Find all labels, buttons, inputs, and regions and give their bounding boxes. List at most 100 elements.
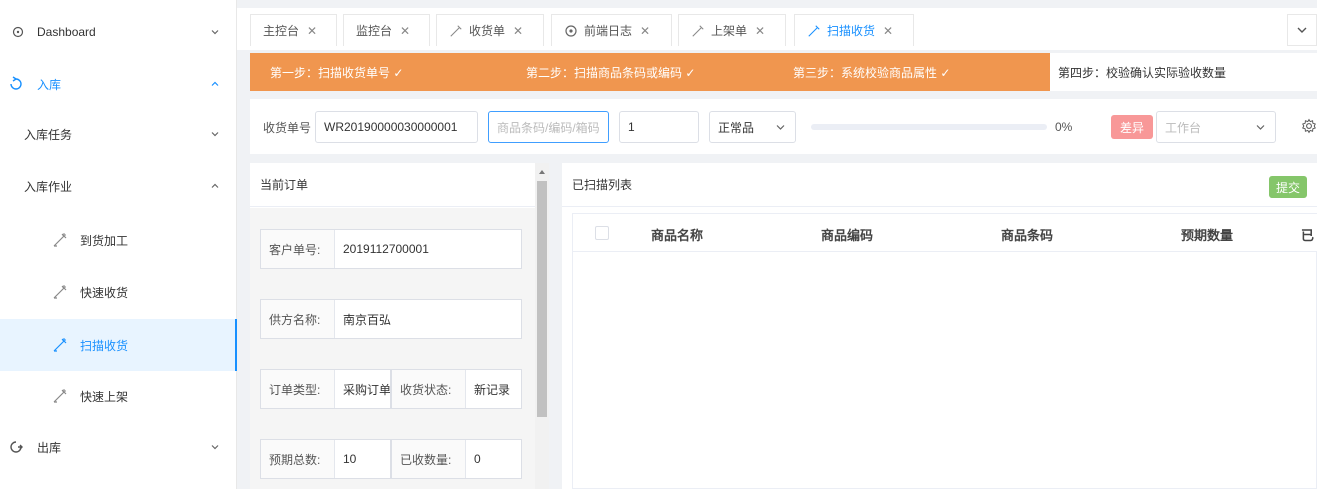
customer-no-value[interactable]: 2019112700001 (335, 230, 429, 268)
current-order-title: 当前订单 (250, 163, 535, 207)
sidebar-item-label: 入库作业 (24, 179, 73, 194)
barcode-placeholder: 商品条码/编码/箱码 (497, 120, 600, 135)
tabs-more-button[interactable] (1287, 14, 1317, 46)
workbench-select[interactable]: 工作台 (1156, 111, 1276, 143)
tab-label: 前端日志 (584, 24, 633, 38)
submit-button[interactable]: 提交 (1269, 176, 1307, 198)
quantity-input[interactable]: 1 (619, 111, 699, 143)
step-1: 第一步：扫描收货单号 ✓ (270, 66, 404, 80)
current-order-panel: 当前订单 客户单号: 2019112700001 供方名称: 南京百弘 订单类型… (250, 163, 549, 489)
tab-frontend-log[interactable]: 前端日志 ✕ (551, 14, 672, 46)
tab-scan-receive[interactable]: 扫描收货 ✕ (794, 14, 914, 46)
scrollbar[interactable] (535, 163, 549, 489)
scanned-list-title: 已扫描列表 (572, 178, 633, 192)
received-qty-field: 已收数量: 0 (391, 439, 522, 479)
sidebar-item-label: 出库 (37, 440, 62, 455)
close-icon[interactable]: ✕ (640, 24, 650, 38)
close-icon[interactable]: ✕ (883, 24, 893, 38)
close-icon[interactable]: ✕ (400, 24, 410, 38)
tab-label: 上架单 (711, 24, 748, 38)
close-icon[interactable]: ✕ (513, 24, 523, 38)
sidebar-item-scan-receive[interactable]: 扫描收货 (0, 319, 237, 371)
step-2: 第二步：扫描商品条码或编码 ✓ (526, 66, 696, 80)
sidebar-item-label: 入库任务 (24, 127, 73, 142)
column-header[interactable]: 商品名称 (651, 225, 703, 244)
expected-total-label: 预期总数: (261, 440, 335, 478)
step-4: 第四步：校验确认实际验收数量 (1050, 53, 1317, 91)
sidebar-item-label: Dashboard (37, 25, 96, 39)
scroll-up-arrow-icon[interactable] (535, 165, 549, 179)
close-icon[interactable]: ✕ (307, 24, 317, 38)
close-icon[interactable]: ✕ (755, 24, 765, 38)
workbench-placeholder: 工作台 (1165, 120, 1202, 135)
diff-button[interactable]: 差异 (1111, 115, 1153, 139)
scan-input-row: 收货单号 WR20190000030000001 商品条码/编码/箱码 1 正常… (250, 99, 1317, 154)
column-header[interactable]: 商品编码 (821, 225, 873, 244)
progress-bar (811, 124, 1047, 130)
tab-main[interactable]: 主控台 ✕ (250, 14, 337, 46)
column-header[interactable]: 预期数量 (1181, 225, 1233, 244)
sidebar-item-dashboard[interactable]: Dashboard (0, 12, 237, 52)
sidebar-item-arrival-process[interactable]: 到货加工 (0, 218, 237, 262)
chevron-down-icon (211, 445, 219, 450)
sidebar-item-quick-shelve[interactable]: 快速上架 (0, 374, 237, 418)
tab-shelve[interactable]: 上架单 ✕ (678, 14, 786, 46)
select-all-checkbox[interactable] (595, 226, 609, 240)
chevron-down-icon (776, 125, 785, 130)
steps-bar: 第一步：扫描收货单号 ✓ 第二步：扫描商品条码或编码 ✓ 第三步：系统校验商品属… (250, 53, 1317, 91)
sidebar-item-inbound-ops[interactable]: 入库作业 (0, 166, 237, 206)
quality-value: 正常品 (718, 120, 755, 135)
sidebar: Dashboard 入库 入库任务 入库作业 到货加工 快速收货 扫描收货 快速… (0, 0, 237, 489)
scanned-list-header: 已扫描列表 提交 (562, 163, 1317, 207)
column-header[interactable]: 商品条码 (1001, 225, 1053, 244)
receipt-no-input[interactable]: WR20190000030000001 (315, 111, 478, 143)
tab-label: 主控台 (263, 24, 300, 38)
steps-completed: 第一步：扫描收货单号 ✓ 第二步：扫描商品条码或编码 ✓ 第三步：系统校验商品属… (250, 53, 1050, 91)
scanned-table: 商品名称 商品编码 商品条码 预期数量 已 (572, 213, 1317, 489)
scan-pen-icon (53, 338, 67, 352)
inbound-icon (10, 76, 22, 90)
order-fields: 客户单号: 2019112700001 供方名称: 南京百弘 订单类型: 采购订… (250, 208, 535, 489)
step-3: 第三步：系统校验商品属性 ✓ (793, 66, 951, 80)
column-header[interactable]: 已 (1301, 225, 1314, 244)
scan-pen-icon (53, 233, 67, 247)
dashboard-icon (12, 26, 24, 38)
order-type-value[interactable]: 采购订单 (335, 370, 390, 408)
receive-status-label: 收货状态: (392, 370, 466, 408)
scrollbar-thumb[interactable] (537, 181, 547, 417)
tabs-bar: 主控台 ✕ 监控台 ✕ 收货单 ✕ 前端日志 ✕ 上架单 ✕ 扫描收货 ✕ (237, 0, 1317, 50)
supplier-value[interactable]: 南京百弘 (335, 300, 391, 338)
chevron-up-icon (211, 81, 219, 86)
quality-select[interactable]: 正常品 (709, 111, 796, 143)
chevron-down-icon (1256, 125, 1265, 130)
sidebar-item-quick-receive[interactable]: 快速收货 (0, 270, 237, 314)
supplier-label: 供方名称: (261, 300, 335, 338)
supplier-field: 供方名称: 南京百弘 (260, 299, 522, 339)
expected-total-value[interactable]: 10 (335, 440, 356, 478)
progress-label: 0% (1055, 120, 1073, 134)
chevron-down-icon (1297, 27, 1307, 33)
tab-receipt[interactable]: 收货单 ✕ (436, 14, 544, 46)
received-qty-label: 已收数量: (392, 440, 466, 478)
received-qty-value[interactable]: 0 (466, 440, 481, 478)
receive-status-field: 收货状态: 新记录 (391, 369, 522, 409)
chevron-down-icon (211, 30, 219, 35)
receive-status-value[interactable]: 新记录 (466, 370, 521, 408)
scan-pen-icon (450, 24, 462, 37)
chevron-up-icon (211, 183, 219, 188)
order-type-label: 订单类型: (261, 370, 335, 408)
sidebar-item-inbound-task[interactable]: 入库任务 (0, 114, 237, 154)
sidebar-item-label: 扫描收货 (80, 338, 129, 353)
sidebar-item-outbound[interactable]: 出库 (0, 427, 237, 467)
expected-total-field: 预期总数: 10 (260, 439, 391, 479)
sidebar-item-inbound[interactable]: 入库 (0, 64, 237, 104)
sidebar-item-label: 快速上架 (80, 389, 129, 404)
scan-pen-icon (692, 24, 704, 37)
scanned-list-panel: 已扫描列表 提交 商品名称 商品编码 商品条码 预期数量 已 (562, 163, 1317, 489)
gear-icon[interactable] (1301, 116, 1317, 136)
sidebar-item-label: 到货加工 (80, 233, 129, 248)
tab-monitor[interactable]: 监控台 ✕ (343, 14, 430, 46)
barcode-input[interactable]: 商品条码/编码/箱码 (488, 111, 609, 143)
table-header: 商品名称 商品编码 商品条码 预期数量 已 (573, 214, 1317, 252)
sidebar-item-label: 入库 (37, 77, 62, 92)
